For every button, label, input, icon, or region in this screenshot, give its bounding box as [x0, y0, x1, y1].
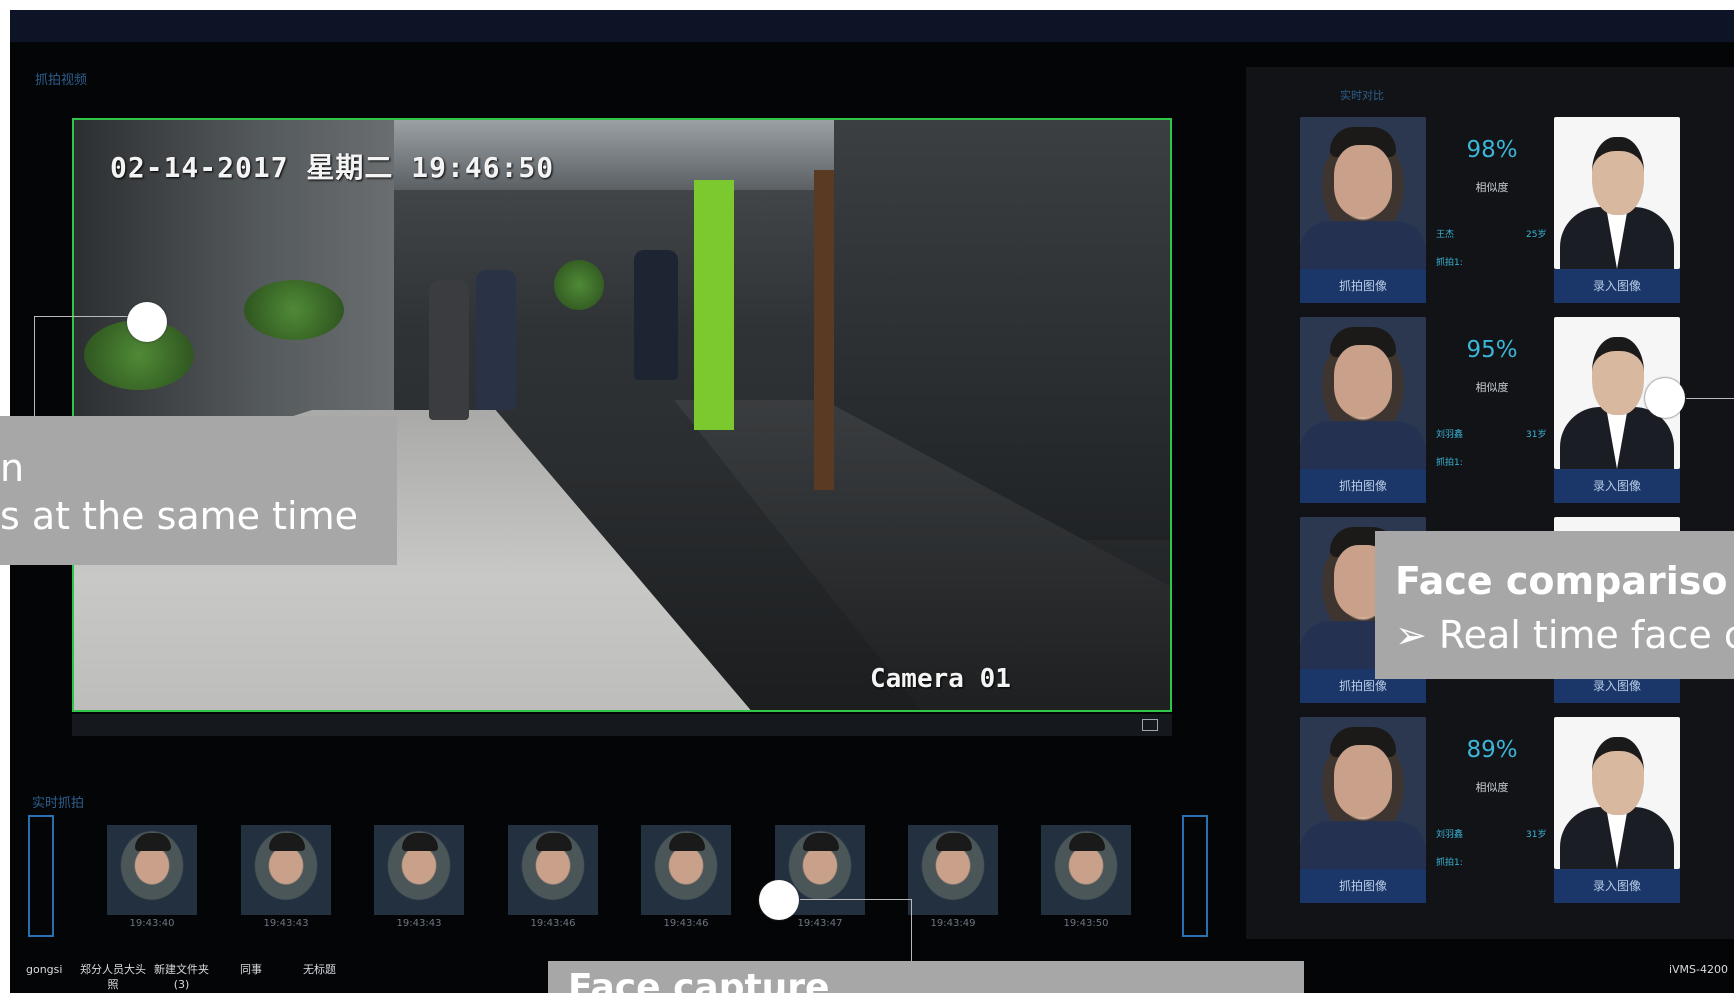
folder-item[interactable]: 新建文件夹 (3)	[154, 962, 209, 992]
callout-dot	[127, 302, 167, 342]
folder-item[interactable]: 无标题	[303, 962, 336, 977]
snapshot-thumbnail[interactable]	[908, 825, 998, 915]
app-name: iVMS-4200	[1668, 963, 1728, 976]
capture-image-button[interactable]: 抓拍图像	[1300, 469, 1426, 503]
strip-prev-button[interactable]	[28, 815, 54, 937]
snapshot-note: 抓拍1:	[1436, 258, 1463, 268]
snapshot-note: 抓拍1:	[1436, 458, 1463, 468]
camera-label: Camera 01	[870, 664, 1011, 694]
callout-face-capture: Face capture	[548, 961, 1304, 993]
person-name: 刘羽鑫	[1436, 430, 1464, 440]
person-age: 31岁	[1526, 430, 1547, 440]
snapshot-thumbnail[interactable]	[374, 825, 464, 915]
similarity-percent: 98%	[1466, 137, 1518, 163]
snapshot-time: 19:43:43	[263, 918, 309, 929]
callout-dot	[759, 880, 799, 920]
snapshot-thumbnail[interactable]	[107, 825, 197, 915]
folder-item[interactable]: gongsi	[26, 962, 62, 977]
captured-face	[1300, 317, 1426, 469]
comparison-row: 抓拍图像 98% 相似度 王杰 25岁 抓拍1: 录入图像	[1300, 117, 1686, 311]
similarity-percent: 89%	[1466, 737, 1518, 763]
register-image-button[interactable]: 录入图像	[1554, 269, 1680, 303]
snapshot-thumbnail[interactable]	[241, 825, 331, 915]
captured-face	[1300, 117, 1426, 269]
similarity-percent: 95%	[1466, 337, 1518, 363]
similarity-label: 相似度	[1475, 181, 1509, 194]
snapshot-time: 19:43:40	[129, 918, 175, 929]
snapshot-thumbnail[interactable]	[1041, 825, 1131, 915]
person-name: 王杰	[1436, 230, 1455, 240]
folder-item[interactable]: 郑分人员大头照	[80, 962, 146, 992]
snapshot-time: 19:43:43	[396, 918, 442, 929]
comparison-row: 抓拍图像 89% 相似度 刘羽鑫 31岁 抓拍1: 录入图像	[1300, 717, 1686, 911]
register-image-button[interactable]: 录入图像	[1554, 869, 1680, 903]
live-video-feed[interactable]: 02-14-2017 星期二 19:46:50 Camera 01	[72, 118, 1172, 712]
folder-item[interactable]: 同事	[240, 962, 262, 977]
snapshot-thumbnail[interactable]	[508, 825, 598, 915]
snapshot-time: 19:43:47	[797, 918, 843, 929]
capture-image-button[interactable]: 抓拍图像	[1300, 269, 1426, 303]
comparison-panel: 实时对比 抓拍图像 98% 相似度 王杰 25岁 抓拍1: 录入图像 抓拍图像 …	[1246, 67, 1734, 939]
snapshot-time: 19:43:46	[663, 918, 709, 929]
callout-connector	[1686, 398, 1734, 399]
top-bar	[10, 10, 1734, 42]
strip-next-button[interactable]	[1182, 815, 1208, 937]
person-name: 刘羽鑫	[1436, 830, 1464, 840]
callout-connector	[911, 899, 912, 961]
similarity-label: 相似度	[1475, 781, 1509, 794]
video-section-title: 抓拍视频	[35, 73, 88, 88]
person-age: 31岁	[1526, 830, 1547, 840]
similarity-label: 相似度	[1475, 381, 1509, 394]
person	[429, 280, 469, 420]
registered-face	[1554, 717, 1680, 869]
snapshot-time: 19:43:46	[530, 918, 576, 929]
callout-connector	[34, 316, 35, 416]
registered-face	[1554, 117, 1680, 269]
comparison-row: 抓拍图像 95% 相似度 刘羽鑫 31岁 抓拍1: 录入图像	[1300, 317, 1686, 511]
callout-connector	[800, 899, 912, 900]
snapshot-thumbnail[interactable]	[641, 825, 731, 915]
register-image-button[interactable]: 录入图像	[1554, 469, 1680, 503]
callout-dot	[1645, 378, 1685, 418]
snapshot-strip-title: 实时抓拍	[32, 796, 85, 811]
video-timestamp: 02-14-2017 星期二 19:46:50	[110, 151, 555, 184]
person-age: 25岁	[1526, 230, 1547, 240]
snapshot-note: 抓拍1:	[1436, 858, 1463, 868]
snapshot-icon[interactable]	[1142, 719, 1158, 731]
person	[634, 250, 678, 380]
compare-section-title: 实时对比	[1340, 89, 1384, 102]
callout-multi-face: n s at the same time	[0, 416, 397, 565]
captured-face	[1300, 717, 1426, 869]
snapshot-time: 19:43:50	[1063, 918, 1109, 929]
callout-face-comparison: Face compariso ➢ Real time face c	[1375, 531, 1734, 679]
capture-image-button[interactable]: 抓拍图像	[1300, 869, 1426, 903]
person	[476, 270, 516, 410]
video-control-bar	[72, 714, 1172, 736]
snapshot-time: 19:43:49	[930, 918, 976, 929]
